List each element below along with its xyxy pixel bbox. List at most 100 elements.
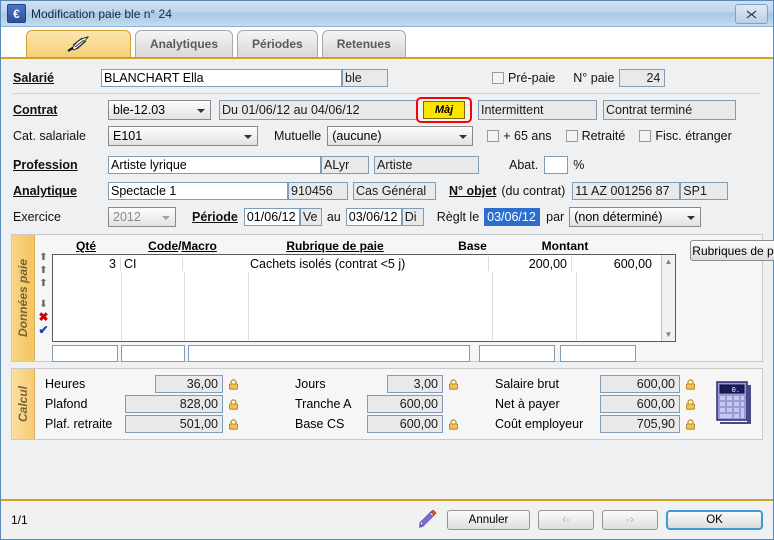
abat-input[interactable] (544, 156, 569, 174)
analytique-cas-field[interactable]: Cas Général (353, 182, 436, 200)
previous-button[interactable]: ‹- (538, 510, 594, 530)
plafond-field[interactable]: 828,00 (125, 395, 223, 413)
grid-empty-space[interactable] (53, 272, 661, 340)
mutuelle-select[interactable]: (aucune) (327, 126, 474, 146)
retraite-checkbox[interactable] (565, 130, 578, 142)
pencil-icon (419, 509, 437, 528)
heures-field[interactable]: 36,00 (155, 375, 223, 393)
prepaie-checkbox[interactable] (492, 72, 504, 84)
tranche-a-field[interactable]: 600,00 (367, 395, 443, 413)
mutuelle-label: Mutuelle (274, 129, 322, 143)
nobjet-field[interactable]: 11 AZ 001256 87 (572, 182, 681, 200)
fisc-etranger-checkbox[interactable] (639, 130, 652, 142)
lock-icon (448, 418, 459, 430)
profession-categorie-field[interactable]: Artiste (374, 156, 479, 174)
net-a-payer-label: Net à payer (495, 397, 560, 411)
validate-icon[interactable]: ✔ (38, 324, 48, 337)
calcul-column-3: Salaire brut 600,00 Net à payer 600,00 C… (495, 374, 705, 434)
row-contrat: Contrat ble-12.03 Du 01/06/12 au 04/06/1… (13, 97, 761, 123)
contrat-select[interactable]: ble-12.03 (108, 100, 211, 120)
salarie-code-field[interactable]: ble (342, 69, 388, 87)
calcul-fields: Heures 36,00 Plafond 828,00 Plaf. retrai… (35, 369, 762, 439)
tab-retenues[interactable]: Retenues (321, 30, 406, 57)
contrat-statut-field[interactable]: Contrat terminé (603, 100, 736, 120)
prepaie-checkbox-group[interactable]: Pré-paie (492, 71, 555, 85)
entry-base-input[interactable] (479, 345, 555, 362)
tab-paie[interactable] (26, 30, 131, 57)
col-header-qte: Qté (75, 239, 96, 253)
calcul-column-1: Heures 36,00 Plafond 828,00 Plaf. retrai… (45, 374, 295, 434)
reglt-date-input[interactable]: 03/06/12 (484, 208, 541, 226)
lock-icon (228, 378, 239, 390)
contrat-label: Contrat (13, 103, 58, 117)
tab-periodes[interactable]: Périodes (237, 30, 318, 57)
paie-lines-grid[interactable]: 3 CI Cachets isolés (contrat <5 j) 200,0… (52, 254, 676, 342)
base-cs-field[interactable]: 600,00 (367, 415, 443, 433)
cat-salariale-select[interactable]: E101 (108, 126, 258, 146)
table-row[interactable]: 3 CI Cachets isolés (contrat <5 j) 200,0… (53, 255, 661, 272)
col-header-base: Base (458, 239, 487, 253)
plus65-label: + 65 ans (503, 129, 552, 143)
profession-input[interactable]: Artiste lyrique (108, 156, 321, 174)
plaf-retraite-label: Plaf. retraite (45, 417, 113, 431)
analytique-input[interactable]: Spectacle 1 (108, 182, 288, 200)
rubriques-de-paie-button[interactable]: Rubriques de paie (690, 240, 774, 261)
close-icon[interactable] (735, 4, 768, 24)
nobjet-code-field[interactable]: SP1 (680, 182, 729, 200)
grid-header: Qté Code/Macro Rubrique de paie Base Mon… (52, 238, 676, 254)
profession-code-field[interactable]: ALyr (321, 156, 369, 174)
salaire-brut-field[interactable]: 600,00 (600, 375, 680, 393)
cout-employeur-field[interactable]: 705,90 (600, 415, 680, 433)
row-action-icons: ⬆ ⬆ ⬆ ⬇ ✖ ✔ (35, 235, 52, 361)
entry-code-input[interactable] (121, 345, 185, 362)
calculator-button[interactable]: 0. (715, 380, 753, 428)
salarie-input[interactable]: BLANCHART Ella (101, 69, 342, 87)
edit-pencil-button[interactable] (417, 509, 439, 530)
maj-button[interactable]: Màj (423, 101, 465, 119)
next-button[interactable]: -› (602, 510, 658, 530)
tab-analytiques[interactable]: Analytiques (135, 30, 234, 57)
scroll-down-icon[interactable]: ▼ (665, 330, 673, 339)
calcul-row-base-cs: Base CS 600,00 (295, 414, 495, 434)
analytique-num-field[interactable]: 910456 (288, 182, 348, 200)
row-profession: Profession Artiste lyrique ALyr Artiste … (13, 152, 761, 178)
lock-icon (228, 418, 239, 430)
nopaie-field[interactable]: 24 (619, 69, 666, 87)
exercice-label: Exercice (13, 210, 61, 224)
contrat-dates-field[interactable]: Du 01/06/12 au 04/06/12 (219, 100, 419, 120)
ok-button[interactable]: OK (666, 510, 763, 530)
quill-icon (66, 35, 92, 53)
plus65-checkbox[interactable] (487, 130, 500, 142)
lock-icon (685, 378, 696, 390)
periode-from-input[interactable]: 01/06/12 (243, 208, 300, 226)
move-top-icon[interactable]: ⬆ (39, 251, 47, 264)
fisc-etranger-checkbox-group[interactable]: Fisc. étranger (639, 129, 732, 143)
page-indicator: 1/1 (11, 513, 28, 527)
jours-field[interactable]: 3,00 (387, 375, 443, 393)
abat-unit-label: % (573, 158, 585, 172)
grid-side-actions: Rubriques de paie (682, 235, 774, 361)
profession-label: Profession (13, 158, 78, 172)
grid-scrollbar[interactable]: ▲ ▼ (661, 255, 675, 341)
tab-retenues-label: Retenues (336, 37, 391, 51)
entry-qte-input[interactable] (52, 345, 118, 362)
periode-to-day-field: Di (401, 208, 424, 226)
retraite-checkbox-group[interactable]: Retraité (565, 129, 625, 143)
move-down-icon[interactable]: ⬆ (39, 277, 47, 290)
entry-montant-input[interactable] (560, 345, 636, 362)
scroll-up-icon[interactable]: ▲ (665, 257, 673, 266)
par-select[interactable]: (non déterminé) (569, 207, 702, 227)
cancel-button[interactable]: Annuler (447, 510, 530, 530)
abat-label: Abat. (509, 158, 539, 172)
periode-to-input[interactable]: 03/06/12 (345, 208, 402, 226)
move-up-icon[interactable]: ⬆ (39, 264, 47, 277)
plus65-checkbox-group[interactable]: + 65 ans (487, 129, 552, 143)
net-a-payer-field[interactable]: 600,00 (600, 395, 680, 413)
lock-icon (685, 418, 696, 430)
entry-rubrique-input[interactable] (188, 345, 470, 362)
contrat-type-field[interactable]: Intermittent (478, 100, 597, 120)
plaf-retraite-field[interactable]: 501,00 (125, 415, 223, 433)
exercice-select[interactable]: 2012 (108, 207, 176, 227)
divider-1 (13, 93, 761, 94)
row-exercice-periode: Exercice 2012 Période 01/06/12 Ve au 03/… (13, 204, 761, 230)
